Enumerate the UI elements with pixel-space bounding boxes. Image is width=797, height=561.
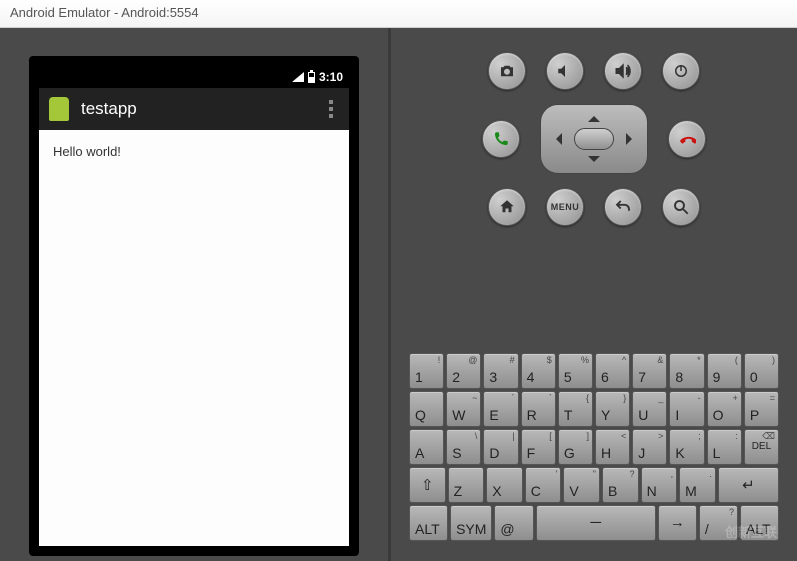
key-9[interactable]: 9( — [707, 353, 742, 389]
key-T[interactable]: T{ — [558, 391, 593, 427]
key-X[interactable]: X — [486, 467, 523, 503]
hangup-button[interactable] — [668, 120, 706, 158]
hardware-controls: MENU — [409, 52, 779, 226]
key-DEL[interactable]: DEL⌫ — [744, 429, 779, 465]
menu-button[interactable]: MENU — [546, 188, 584, 226]
dpad-down[interactable] — [588, 156, 600, 168]
dpad-right[interactable] — [626, 133, 638, 145]
key-E[interactable]: E´ — [483, 391, 518, 427]
dpad-center[interactable] — [574, 128, 614, 150]
key-Z[interactable]: Z — [448, 467, 485, 503]
key-W[interactable]: W~ — [446, 391, 481, 427]
key-R[interactable]: R` — [521, 391, 556, 427]
android-app-icon — [49, 97, 69, 121]
emulator-workspace: 3:10 testapp Hello world! — [0, 28, 797, 561]
key-A[interactable]: A — [409, 429, 444, 465]
key-2[interactable]: 2@ — [446, 353, 481, 389]
key-→[interactable]: → — [658, 505, 697, 541]
key-space[interactable]: ─ — [536, 505, 656, 541]
window-titlebar: Android Emulator - Android:5554 — [0, 0, 797, 28]
device-panel: 3:10 testapp Hello world! — [0, 28, 388, 561]
key-P[interactable]: P= — [744, 391, 779, 427]
key-6[interactable]: 6^ — [595, 353, 630, 389]
key-ALT[interactable]: ALT — [740, 505, 779, 541]
power-button[interactable] — [662, 52, 700, 90]
key-4[interactable]: 4$ — [521, 353, 556, 389]
keyboard: 1!2@3#4$5%6^7&8*9(0) QW~E´R`T{Y}U_I-O+P= A… — [409, 353, 779, 541]
key-G[interactable]: G] — [558, 429, 593, 465]
key-1[interactable]: 1! — [409, 353, 444, 389]
signal-icon — [292, 72, 304, 82]
key-U[interactable]: U_ — [632, 391, 667, 427]
dpad-up[interactable] — [588, 110, 600, 122]
key-S[interactable]: S\ — [446, 429, 481, 465]
call-button[interactable] — [482, 120, 520, 158]
key-/[interactable]: /? — [699, 505, 738, 541]
key-J[interactable]: J> — [632, 429, 667, 465]
device-frame: 3:10 testapp Hello world! — [29, 56, 359, 556]
overflow-menu-icon[interactable] — [323, 100, 339, 118]
camera-button[interactable] — [488, 52, 526, 90]
status-bar: 3:10 — [39, 66, 349, 88]
home-button[interactable] — [488, 188, 526, 226]
key-7[interactable]: 7& — [632, 353, 667, 389]
dpad-left[interactable] — [550, 133, 562, 145]
hello-text: Hello world! — [53, 144, 121, 159]
key-SYM[interactable]: SYM — [450, 505, 492, 541]
volume-down-button[interactable] — [546, 52, 584, 90]
volume-up-button[interactable] — [604, 52, 642, 90]
battery-icon — [308, 72, 315, 83]
key-⇧[interactable]: ⇧ — [409, 467, 446, 503]
controls-panel: MENU 1!2@3#4$5%6^7&8*9(0) QW~E´R`T{Y}U_I-… — [388, 28, 797, 561]
key-K[interactable]: K; — [669, 429, 704, 465]
key-B[interactable]: B? — [602, 467, 639, 503]
key-0[interactable]: 0) — [744, 353, 779, 389]
app-bar: testapp — [39, 88, 349, 130]
key-ALT[interactable]: ALT — [409, 505, 448, 541]
key-D[interactable]: D| — [483, 429, 518, 465]
key-V[interactable]: V" — [563, 467, 600, 503]
app-title: testapp — [81, 99, 323, 119]
key-Q[interactable]: Q — [409, 391, 444, 427]
key-8[interactable]: 8* — [669, 353, 704, 389]
key-I[interactable]: I- — [669, 391, 704, 427]
key-M[interactable]: M. — [679, 467, 716, 503]
window-title: Android Emulator - Android:5554 — [10, 5, 199, 20]
key-C[interactable]: C' — [525, 467, 562, 503]
key-L[interactable]: L: — [707, 429, 742, 465]
dpad — [540, 104, 648, 174]
key-H[interactable]: H< — [595, 429, 630, 465]
key-O[interactable]: O+ — [707, 391, 742, 427]
status-time: 3:10 — [319, 70, 343, 84]
key-F[interactable]: F[ — [521, 429, 556, 465]
device-screen[interactable]: 3:10 testapp Hello world! — [39, 66, 349, 546]
key-↵[interactable]: ↵ — [718, 467, 779, 503]
key-N[interactable]: N, — [641, 467, 678, 503]
back-button[interactable] — [604, 188, 642, 226]
key-Y[interactable]: Y} — [595, 391, 630, 427]
key-3[interactable]: 3# — [483, 353, 518, 389]
key-@[interactable]: @ — [494, 505, 533, 541]
search-button[interactable] — [662, 188, 700, 226]
app-content: Hello world! — [39, 130, 349, 546]
key-5[interactable]: 5% — [558, 353, 593, 389]
